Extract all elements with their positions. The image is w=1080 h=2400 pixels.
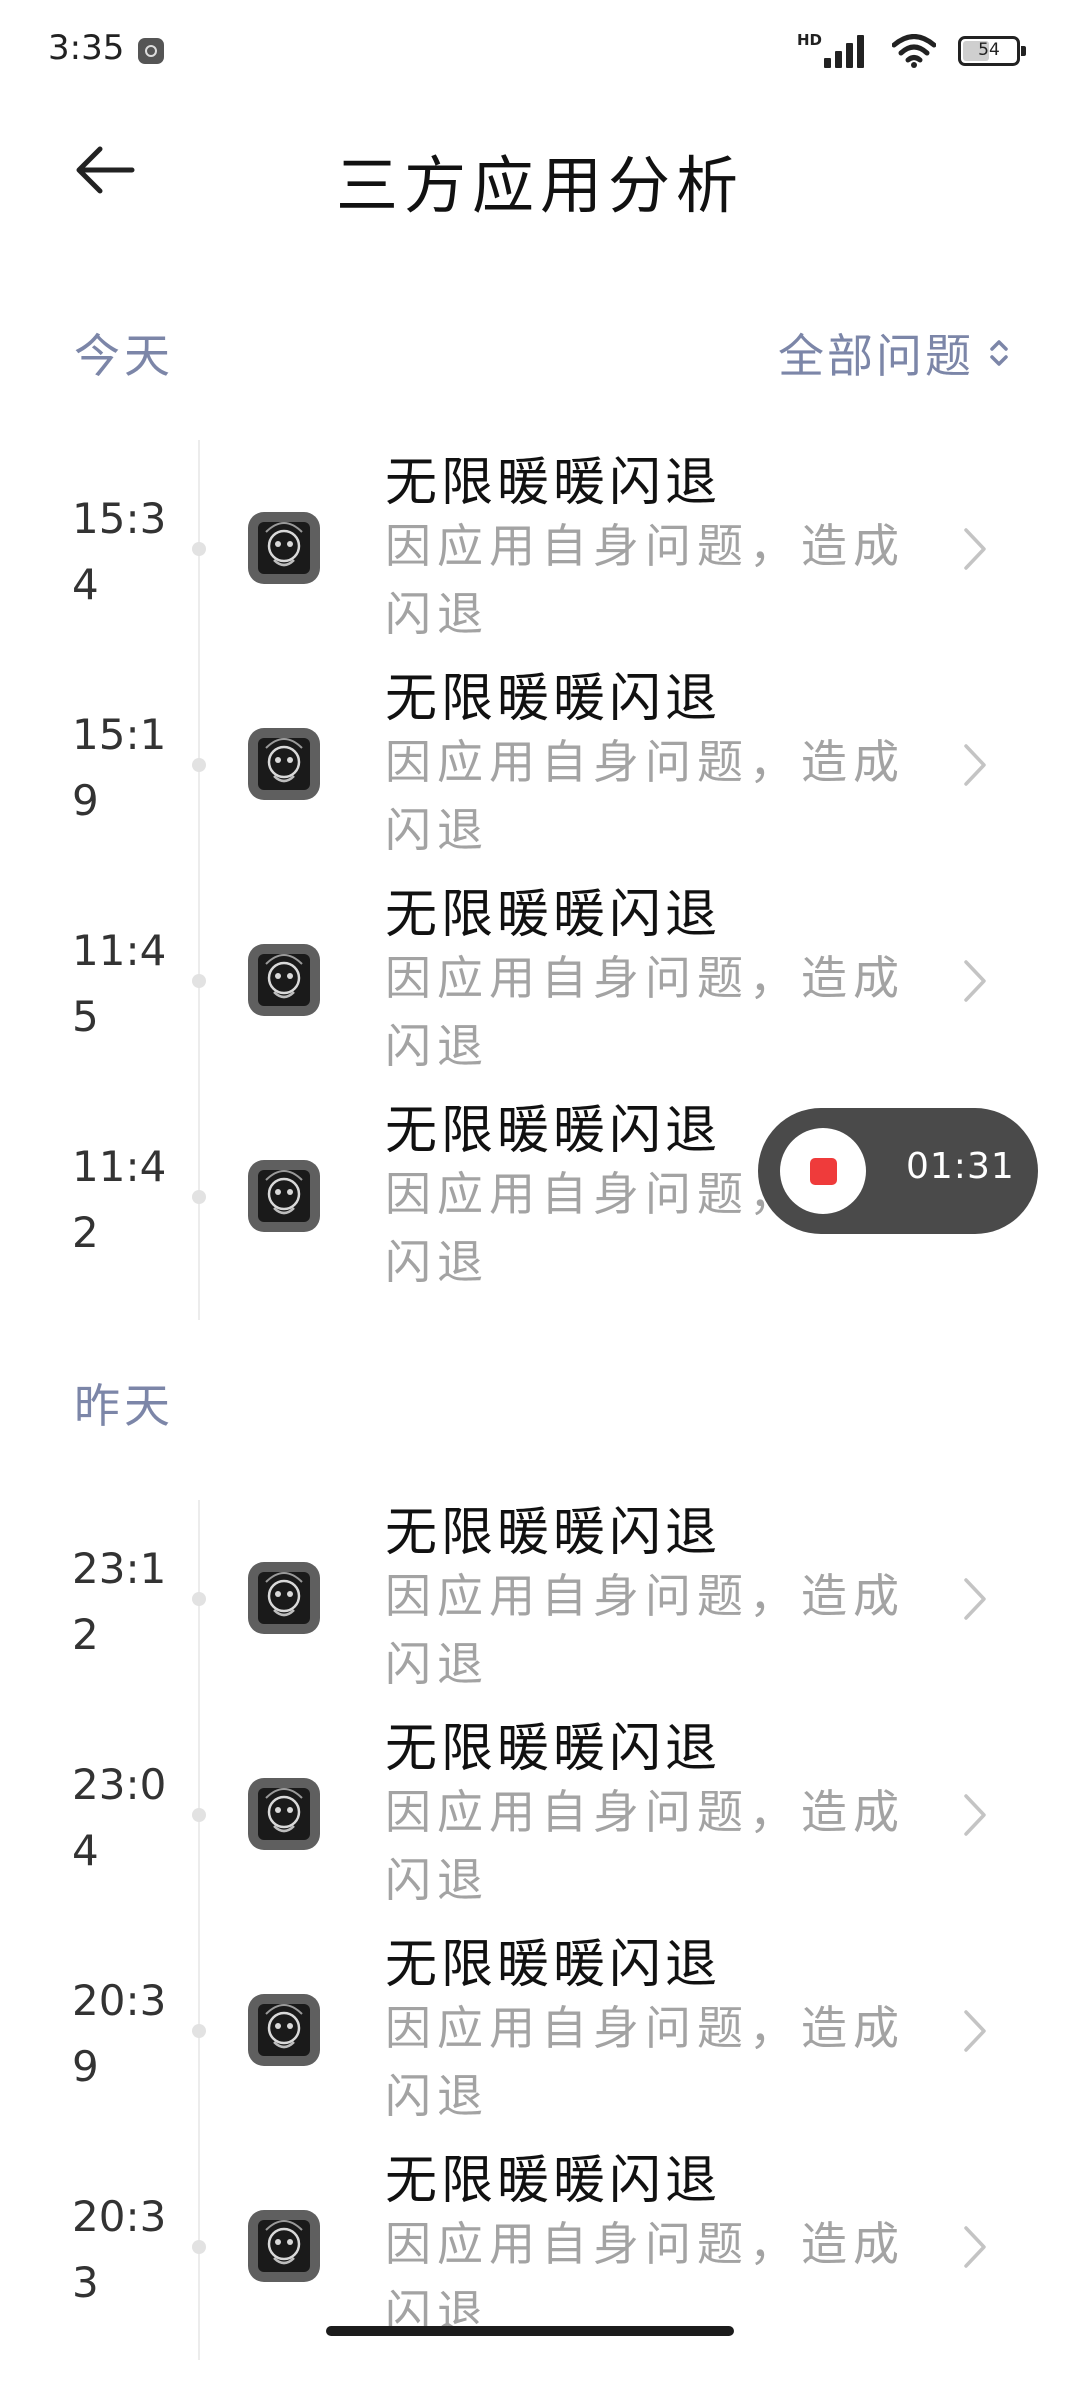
recording-elapsed-time: 01:31: [906, 1146, 1015, 1187]
timeline-dot: [192, 1190, 206, 1204]
event-title: 无限暖暖闪退: [385, 1503, 722, 1563]
notification-icon: [138, 38, 164, 64]
battery-icon: 54: [958, 36, 1026, 66]
network-type-label: HD: [796, 31, 822, 49]
timeline-dot: [192, 1592, 206, 1606]
signal-icon: [824, 35, 864, 68]
chevron-right-icon: [964, 1578, 986, 1620]
event-description: 因应用自身问题，造成闪退: [385, 735, 905, 857]
battery-level: 54: [978, 40, 1000, 60]
event-title: 无限暖暖闪退: [385, 1935, 722, 1995]
wifi-icon: [892, 34, 936, 68]
event-title: 无限暖暖闪退: [385, 453, 722, 513]
crash-event-row[interactable]: 11:45 无限暖暖闪退 因应用自身问题，造成闪退: [0, 872, 1080, 1088]
section-label-today: 今天: [74, 329, 174, 383]
event-description: 因应用自身问题，造成闪退: [385, 1569, 905, 1691]
timeline-dot: [192, 1808, 206, 1822]
event-description: 因应用自身问题，造成闪退: [385, 2001, 905, 2123]
filter-dropdown[interactable]: 全部问题: [778, 320, 1010, 386]
app-icon: [248, 1160, 320, 1232]
page-title: 三方应用分析: [335, 149, 744, 222]
event-description: 因应用自身问题，造成闪退: [385, 519, 905, 641]
app-icon: [248, 1562, 320, 1634]
event-title: 无限暖暖闪退: [385, 2151, 722, 2211]
event-time: 15:34: [72, 494, 167, 609]
chevron-right-icon: [964, 1794, 986, 1836]
crash-event-row[interactable]: 15:19 无限暖暖闪退 因应用自身问题，造成闪退: [0, 656, 1080, 872]
app-icon: [248, 1778, 320, 1850]
stop-recording-button[interactable]: [780, 1128, 866, 1214]
event-description: 因应用自身问题，造成闪退: [385, 951, 905, 1073]
section-label-yesterday: 昨天: [74, 1379, 174, 1433]
event-description: 因应用自身问题，造成闪退: [385, 1785, 905, 1907]
timeline-dot: [192, 974, 206, 988]
chevron-right-icon: [964, 960, 986, 1002]
timeline-dot: [192, 758, 206, 772]
home-indicator[interactable]: [326, 2326, 734, 2336]
app-icon: [248, 728, 320, 800]
event-time: 23:04: [72, 1760, 167, 1875]
crash-event-row[interactable]: 23:12 无限暖暖闪退 因应用自身问题，造成闪退: [0, 1490, 1080, 1706]
crash-event-row[interactable]: 23:04 无限暖暖闪退 因应用自身问题，造成闪退: [0, 1706, 1080, 1922]
event-time: 23:12: [72, 1544, 167, 1659]
chevron-right-icon: [964, 744, 986, 786]
event-time: 11:45: [72, 926, 167, 1041]
app-icon: [248, 944, 320, 1016]
crash-event-row[interactable]: 15:34 无限暖暖闪退 因应用自身问题，造成闪退: [0, 440, 1080, 656]
chevron-right-icon: [964, 2226, 986, 2268]
chevron-right-icon: [964, 528, 986, 570]
status-icons: HD 54: [796, 26, 1026, 76]
sort-updown-icon: [990, 340, 1008, 366]
event-title: 无限暖暖闪退: [385, 669, 722, 729]
crash-event-row[interactable]: 20:33 无限暖暖闪退 因应用自身问题，造成闪退: [0, 2138, 1080, 2354]
app-icon: [248, 512, 320, 584]
event-time: 11:42: [72, 1142, 167, 1257]
app-icon: [248, 2210, 320, 2282]
timeline-dot: [192, 2024, 206, 2038]
screen-recorder-widget[interactable]: 01:31: [758, 1108, 1038, 1234]
status-time: 3:35: [48, 28, 125, 68]
event-title: 无限暖暖闪退: [385, 885, 722, 945]
event-title: 无限暖暖闪退: [385, 1719, 722, 1779]
filter-label: 全部问题: [778, 329, 974, 383]
app-icon: [248, 1994, 320, 2066]
event-time: 20:39: [72, 1976, 167, 2091]
event-title: 无限暖暖闪退: [385, 1101, 722, 1161]
chevron-right-icon: [964, 2010, 986, 2052]
crash-event-row[interactable]: 20:39 无限暖暖闪退 因应用自身问题，造成闪退: [0, 1922, 1080, 2138]
event-time: 20:33: [72, 2192, 167, 2307]
timeline-dot: [192, 2240, 206, 2254]
event-time: 15:19: [72, 710, 167, 825]
timeline-dot: [192, 542, 206, 556]
